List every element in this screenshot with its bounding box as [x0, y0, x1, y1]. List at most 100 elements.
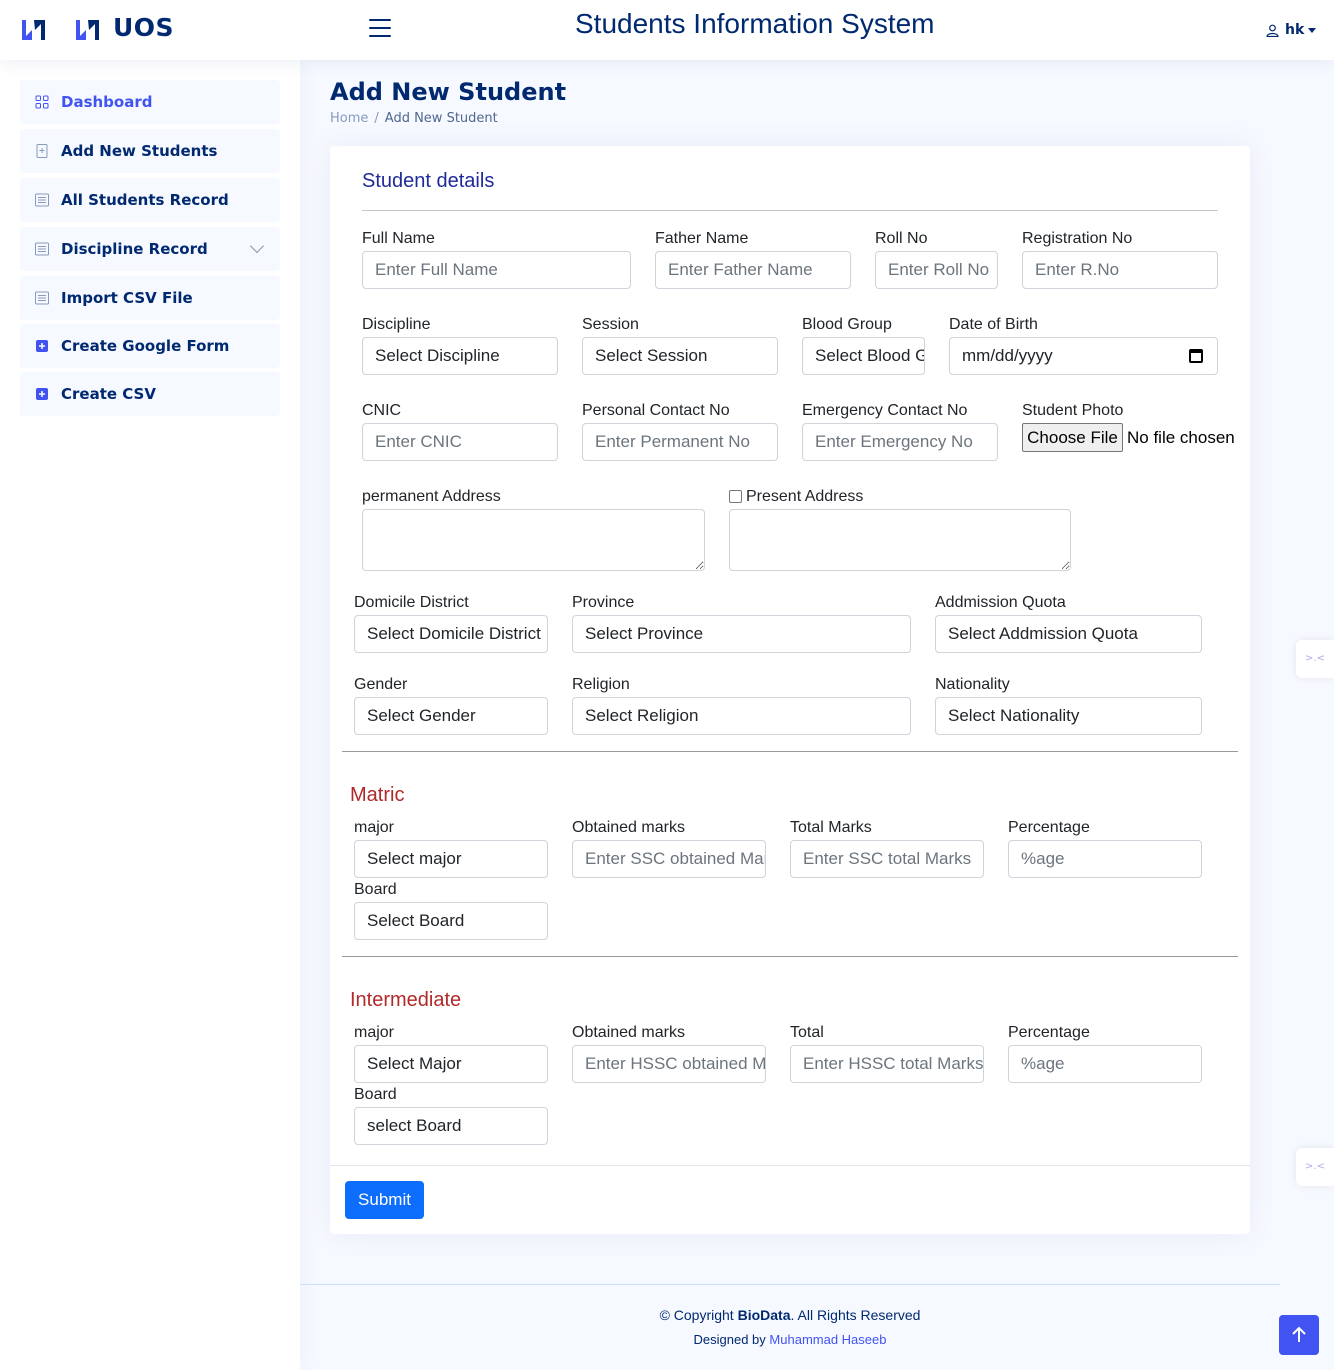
- sidebar-item-label: Create Google Form: [61, 337, 230, 355]
- session-select[interactable]: Select Session: [582, 337, 778, 375]
- father-name-input[interactable]: Enter Father Name: [655, 251, 851, 289]
- present-address-checkbox[interactable]: [729, 490, 742, 503]
- sidebar-item-import-csv-file[interactable]: Import CSV File: [20, 276, 280, 320]
- gender-label: Gender: [354, 676, 408, 693]
- plus-square-icon: [36, 388, 48, 400]
- chevron-down-icon[interactable]: [249, 238, 265, 254]
- copyright-brand: BioData: [737, 1307, 791, 1323]
- back-to-top-button[interactable]: [1279, 1315, 1319, 1355]
- matric-heading: Matric: [350, 784, 405, 806]
- roll-no-label: Roll No: [875, 230, 928, 247]
- section-title: Student details: [362, 170, 495, 192]
- matric-obtained-label: Obtained marks: [572, 819, 685, 836]
- calendar-icon[interactable]: [1189, 349, 1203, 363]
- emergency-contact-label: Emergency Contact No: [802, 402, 968, 419]
- brand-logo-icon[interactable]: [74, 18, 101, 42]
- blood-group-select[interactable]: Select Blood Group: [802, 337, 925, 375]
- list-icon: [35, 291, 49, 305]
- sidebar-item-create-csv[interactable]: Create CSV: [20, 372, 280, 416]
- cnic-input[interactable]: Enter CNIC: [362, 423, 558, 461]
- arrow-up-icon: [1292, 1326, 1306, 1342]
- designed-by: Designed by Muhammad Haseeb: [0, 1332, 1334, 1347]
- matric-total-input[interactable]: Enter SSC total Marks: [790, 840, 984, 878]
- religion-label: Religion: [572, 676, 630, 693]
- matric-total-label: Total Marks: [790, 819, 872, 836]
- copyright-suffix: . All Rights Reserved: [790, 1307, 921, 1323]
- sidebar-item-add-new-students[interactable]: Add New Students: [20, 129, 280, 173]
- sidebar-item-label: Add New Students: [61, 142, 218, 160]
- breadcrumb-home[interactable]: Home: [330, 111, 368, 126]
- religion-select[interactable]: Select Religion: [572, 697, 911, 735]
- matric-obtained-input[interactable]: Enter SSC obtained Marks: [572, 840, 766, 878]
- registration-no-label: Registration No: [1022, 230, 1133, 247]
- breadcrumb: Home / Add New Student: [330, 111, 498, 126]
- inter-major-label: major: [354, 1024, 395, 1041]
- sidebar-item-label: Discipline Record: [61, 240, 208, 258]
- list-icon: [35, 193, 49, 207]
- session-label: Session: [582, 316, 639, 333]
- intermediate-heading: Intermediate: [350, 989, 462, 1011]
- user-menu[interactable]: hk: [1266, 22, 1317, 38]
- matric-percentage-input[interactable]: %age: [1008, 840, 1202, 878]
- copyright-prefix: © Copyright: [659, 1307, 734, 1323]
- cnic-label: CNIC: [362, 402, 402, 419]
- sidebar-item-label: Import CSV File: [61, 289, 193, 307]
- top-header: UOS Students Information System hk: [0, 0, 1334, 60]
- inter-board-select[interactable]: select Board: [354, 1107, 548, 1145]
- file-status: No file chosen: [1127, 428, 1235, 447]
- sidebar-item-all-students-record[interactable]: All Students Record: [20, 178, 280, 222]
- brand-name[interactable]: UOS: [113, 13, 174, 42]
- father-name-label: Father Name: [655, 230, 749, 247]
- quota-select[interactable]: Select Addmission Quota: [935, 615, 1202, 653]
- matric-major-label: major: [354, 819, 395, 836]
- nationality-select[interactable]: Select Nationality: [935, 697, 1202, 735]
- inter-total-label: Total: [790, 1024, 824, 1041]
- designer-link[interactable]: Muhammad Haseeb: [769, 1332, 886, 1347]
- personal-contact-input[interactable]: Enter Permanent No: [582, 423, 778, 461]
- present-address-textarea[interactable]: [729, 509, 1071, 571]
- inter-percentage-input[interactable]: %age: [1008, 1045, 1202, 1083]
- registration-no-input[interactable]: Enter R.No: [1022, 251, 1218, 289]
- inter-total-input[interactable]: Enter HSSC total Marks: [790, 1045, 984, 1083]
- matric-major-select[interactable]: Select major: [354, 840, 548, 878]
- list-icon: [35, 242, 49, 256]
- emergency-contact-input[interactable]: Enter Emergency No: [802, 423, 998, 461]
- inter-major-select[interactable]: Select Major: [354, 1045, 548, 1083]
- app-title: Students Information System: [575, 8, 935, 39]
- discipline-select[interactable]: Select Discipline: [362, 337, 558, 375]
- side-widget-icon[interactable]: >.<: [1296, 1148, 1334, 1186]
- domicile-select[interactable]: Select Domicile District: [354, 615, 548, 653]
- permanent-address-label: permanent Address: [362, 488, 501, 505]
- matric-board-label: Board: [354, 881, 397, 898]
- inter-obtained-input[interactable]: Enter HSSC obtained Marks: [572, 1045, 766, 1083]
- page-title: Add New Student: [330, 78, 567, 106]
- sidebar-item-create-google-form[interactable]: Create Google Form: [20, 324, 280, 368]
- sidebar-item-label: Create CSV: [61, 385, 156, 403]
- copyright-text: © Copyright BioData. All Rights Reserved: [0, 1307, 1334, 1323]
- sidebar-item-dashboard[interactable]: Dashboard: [20, 80, 280, 124]
- roll-no-input[interactable]: Enter Roll No: [875, 251, 998, 289]
- divider: [330, 1165, 1250, 1166]
- sidebar-item-discipline-record[interactable]: Discipline Record: [20, 227, 280, 271]
- full-name-input[interactable]: Enter Full Name: [362, 251, 631, 289]
- hamburger-menu-icon[interactable]: [369, 19, 391, 39]
- side-widget-icon[interactable]: >.<: [1296, 640, 1334, 678]
- matric-board-select[interactable]: Select Board: [354, 902, 548, 940]
- sidebar-item-label: All Students Record: [61, 191, 229, 209]
- permanent-address-textarea[interactable]: [362, 509, 705, 571]
- submit-button[interactable]: Submit: [345, 1181, 424, 1219]
- logo-icon[interactable]: [20, 18, 47, 42]
- gender-select[interactable]: Select Gender: [354, 697, 548, 735]
- province-select[interactable]: Select Province: [572, 615, 911, 653]
- footer-divider: [300, 1284, 1280, 1285]
- province-label: Province: [572, 594, 635, 611]
- divider: [362, 210, 1218, 211]
- inter-obtained-label: Obtained marks: [572, 1024, 685, 1041]
- quota-label: Addmission Quota: [935, 594, 1066, 611]
- user-icon: [1266, 24, 1279, 37]
- breadcrumb-current: Add New Student: [384, 111, 498, 126]
- breadcrumb-separator: /: [374, 111, 379, 126]
- personal-contact-label: Personal Contact No: [582, 402, 730, 419]
- dob-input[interactable]: mm/dd/yyyy: [949, 337, 1218, 375]
- choose-file-button[interactable]: Choose File: [1022, 423, 1123, 452]
